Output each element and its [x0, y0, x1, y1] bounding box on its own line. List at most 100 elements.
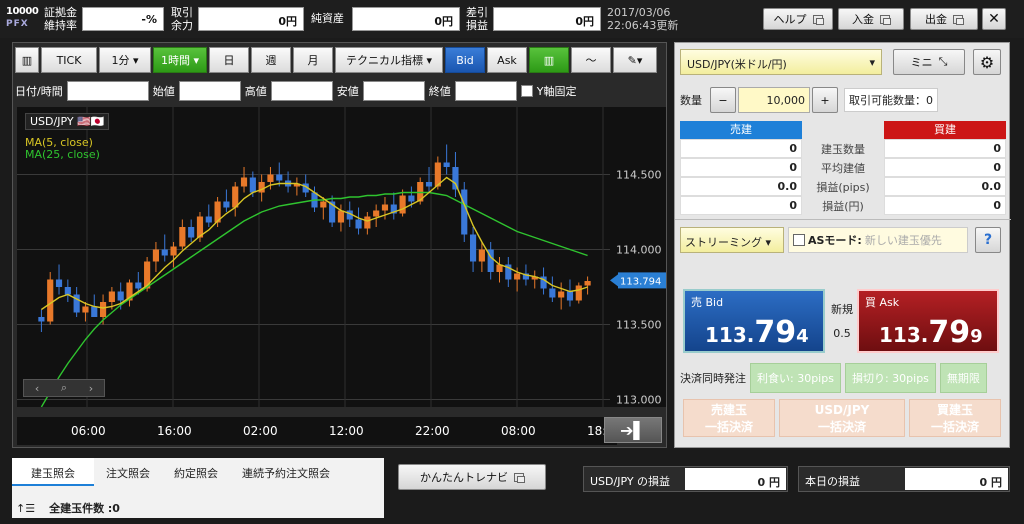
candle-body — [91, 306, 98, 317]
as-mode-field[interactable]: ASモード: 新しい建玉優先 — [788, 227, 968, 253]
scroll-to-latest-button[interactable]: ➔▌ — [604, 417, 662, 443]
ohlc-row: 日付/時間 始値 高値 安値 終値 Y軸固定 — [15, 81, 665, 101]
ask-button[interactable]: Ask — [487, 47, 527, 73]
position-summary-table: 売建 買建 0 建玉数量 0 0 平均建値 0 0.0 損益(pips) 0.0 0 損益(円) 0 — [680, 121, 1006, 215]
candle-body — [320, 201, 327, 208]
expiry-button[interactable]: 無期限 — [939, 363, 987, 393]
tick-button[interactable]: TICK — [41, 47, 97, 73]
tab-3[interactable]: 連続予約注文照会 — [230, 458, 342, 486]
sell-bid-button[interactable]: 売 Bid 113.794 — [683, 289, 825, 353]
bid-button[interactable]: Bid — [445, 47, 485, 73]
gear-icon[interactable]: ⚙ — [973, 49, 1001, 75]
window-icon — [514, 472, 525, 483]
deposit-button[interactable]: 入金 — [838, 8, 904, 30]
tab-1[interactable]: 注文照会 — [94, 458, 162, 486]
withdraw-button[interactable]: 出金 — [910, 8, 978, 30]
close-icon[interactable]: ✕ — [982, 8, 1006, 30]
streaming-select[interactable]: ストリーミング ▾ — [680, 227, 784, 253]
stop-loss-button[interactable]: 損切り: 30pips — [844, 363, 936, 393]
as-mode-checkbox[interactable] — [793, 234, 805, 246]
trade-capacity-value: 0円 — [198, 7, 304, 31]
candle-body — [566, 291, 574, 301]
y-tick-label: 114.000 — [616, 244, 662, 257]
close-field — [454, 81, 517, 101]
line-chart-icon[interactable]: 〜 — [571, 47, 611, 73]
mini-button[interactable]: ミニ ⤡ — [893, 49, 965, 75]
help-icon[interactable]: ? — [975, 227, 1001, 253]
sell-header: 売建 — [680, 121, 802, 139]
candle-body — [223, 201, 230, 208]
candle-body — [47, 279, 54, 322]
candle-body — [152, 249, 160, 262]
candle-body — [38, 317, 45, 322]
help-button[interactable]: ヘルプ — [763, 8, 833, 30]
buy-value: 0.0 — [884, 177, 1006, 196]
candle-body — [276, 174, 283, 181]
position-row: 0.0 損益(pips) 0.0 — [680, 177, 1006, 196]
y-tick-label: 114.500 — [616, 169, 662, 182]
bulk-settle-buy-button[interactable]: 買建玉 一括決済 — [909, 399, 1001, 437]
y-axis: 114.500 114.000 113.500 113.000 113.794 — [610, 107, 666, 407]
sell-value: 0 — [680, 196, 802, 215]
quantity-input[interactable]: 10,000 — [738, 87, 810, 113]
candle-type-icon[interactable]: ▥ — [15, 47, 39, 73]
candle-body — [478, 249, 485, 262]
chevron-right-icon[interactable]: › — [89, 382, 93, 395]
buy-ask-button[interactable]: 買 Ask 113.799 — [857, 289, 999, 353]
current-price-marker: 113.794 — [610, 272, 666, 289]
zoom-controls[interactable]: ‹ ⌕ › — [23, 379, 105, 397]
net-assets-label: 純資産 — [311, 12, 344, 25]
candle-body — [364, 216, 371, 229]
candle-body — [469, 234, 477, 262]
low-field — [362, 81, 425, 101]
candle-body — [64, 287, 71, 295]
month-button[interactable]: 月 — [293, 47, 333, 73]
tab-2[interactable]: 約定照会 — [162, 458, 230, 486]
currency-pair-select[interactable]: USD/JPY(米ドル/円) ▾ — [680, 49, 882, 75]
chevron-left-icon[interactable]: ‹ — [35, 382, 39, 395]
bulk-settle-pair-button[interactable]: USD/JPY 一括決済 — [779, 399, 905, 437]
sort-icon[interactable]: ↑☰ — [16, 502, 35, 515]
buy-value: 0 — [884, 196, 1006, 215]
magnifier-icon[interactable]: ⌕ — [61, 381, 67, 395]
header-bar: 10000 PFX 証拠金 維持率 -% 取引 余力 0円 純資産 0円 差引 損益 … — [0, 0, 1024, 38]
bulk-settle-sell-button[interactable]: 売建玉 一括決済 — [683, 399, 775, 437]
quantity-minus-button[interactable]: − — [710, 87, 736, 113]
take-profit-button[interactable]: 利食い: 30pips — [750, 363, 841, 393]
divider — [675, 219, 1011, 220]
open-label: 始値 — [152, 85, 175, 98]
today-pnl: 本日の損益 0 円 — [798, 466, 1010, 492]
pnl-value: 0円 — [493, 7, 601, 31]
draw-tool-icon[interactable]: ✎▾ — [613, 47, 657, 73]
bottom-panel: 建玉照会 注文照会 約定照会 連続予約注文照会 ↑☰ 全建玉件数 :0 かんたんトレナ… — [0, 452, 1024, 524]
y-tick-label: 113.000 — [616, 394, 662, 407]
position-row: 0 建玉数量 0 — [680, 139, 1006, 158]
position-tabs-area: 建玉照会 注文照会 約定照会 連続予約注文照会 ↑☰ 全建玉件数 :0 — [12, 458, 384, 518]
candle-body — [249, 177, 256, 193]
low-label: 安値 — [336, 85, 359, 98]
x-tick-label: 02:00 — [243, 424, 278, 438]
yaxis-fix-checkbox[interactable] — [520, 85, 533, 97]
open-field — [178, 81, 241, 101]
interval-select-minute[interactable]: 1分 ▾ — [99, 47, 151, 73]
candle-body — [337, 210, 345, 223]
tab-0[interactable]: 建玉照会 — [12, 458, 94, 486]
candle-body — [425, 182, 433, 187]
x-tick-label: 22:00 — [415, 424, 450, 438]
position-row: 0 平均建値 0 — [680, 158, 1006, 177]
quantity-plus-button[interactable]: + — [812, 87, 838, 113]
chart-legend: MA(5, close) MA(25, close) — [25, 137, 100, 161]
sell-price: 113.794 — [705, 315, 809, 350]
day-button[interactable]: 日 — [209, 47, 249, 73]
easy-navi-button[interactable]: かんたんトレナビ — [398, 464, 546, 490]
technical-indicator-select[interactable]: テクニカル指標 ▾ — [335, 47, 443, 73]
week-button[interactable]: 週 — [251, 47, 291, 73]
candle-body — [240, 177, 248, 187]
spread: 新規 0.5 — [831, 303, 853, 340]
interval-select-hour[interactable]: 1時間 ▾ — [153, 47, 207, 73]
buy-price: 113.799 — [879, 315, 983, 350]
chevron-down-icon: ▾ — [869, 56, 875, 69]
candle-body — [549, 288, 556, 298]
chart-plot-area[interactable]: USD/JPY 🇺🇸🇯🇵 MA(5, close) MA(25, close) … — [17, 107, 612, 408]
candlestick-icon[interactable]: ▥ — [529, 47, 569, 73]
